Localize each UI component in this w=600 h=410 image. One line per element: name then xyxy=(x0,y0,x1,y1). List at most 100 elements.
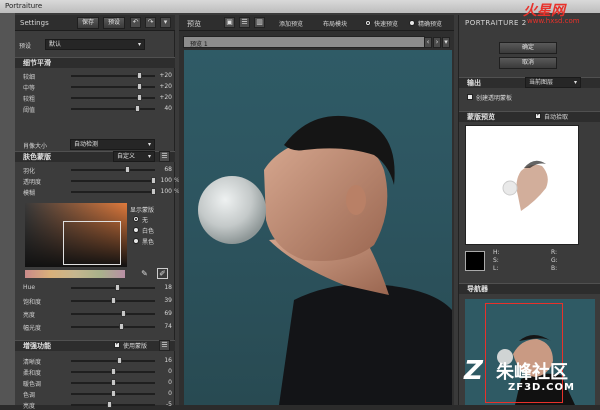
eyedropper-icon[interactable]: ✎ xyxy=(139,268,150,279)
slider-knob[interactable] xyxy=(137,72,142,79)
slider-knob[interactable] xyxy=(137,83,142,90)
slider-knob[interactable] xyxy=(111,390,116,397)
mask-preview-header[interactable]: 蒙版预览 xyxy=(459,111,600,122)
slider-label: 模糊 xyxy=(23,190,36,197)
slider-track[interactable] xyxy=(71,188,156,195)
slider-track[interactable] xyxy=(71,390,155,397)
preset-button[interactable]: 预设 xyxy=(103,17,125,29)
precise-preview-radio[interactable] xyxy=(409,20,415,26)
slider-knob[interactable] xyxy=(115,284,120,291)
auto-pick-label: 自动拾取 xyxy=(544,114,569,121)
slider-value[interactable]: +20 xyxy=(158,83,172,90)
slider-value[interactable]: 18 xyxy=(158,284,172,291)
slider-track[interactable] xyxy=(71,94,155,101)
portrait-size-select[interactable]: 自动检测 ▾ xyxy=(70,139,155,150)
eyedropper-plus-icon[interactable]: ✐ xyxy=(157,268,168,279)
slider-knob[interactable] xyxy=(117,357,122,364)
slider-knob[interactable] xyxy=(135,105,140,112)
slider-knob[interactable] xyxy=(137,94,142,101)
quick-preview-radio[interactable] xyxy=(365,20,371,26)
enhance-header[interactable]: 增强功能 xyxy=(15,340,175,351)
slider-label: 中等 xyxy=(23,85,36,92)
slider-track[interactable] xyxy=(71,72,155,79)
create-mask-checkbox[interactable] xyxy=(467,94,473,100)
readout-g: G: xyxy=(551,257,558,264)
cancel-button[interactable]: 取消 xyxy=(499,57,557,69)
preview-tab[interactable]: 预览 1 xyxy=(183,36,425,48)
slider-track[interactable] xyxy=(71,83,155,90)
slider-knob[interactable] xyxy=(111,379,116,386)
slider-label: 暖色调 xyxy=(23,381,42,388)
undo-icon[interactable]: ↶ xyxy=(130,17,141,28)
mask-black-radio[interactable] xyxy=(133,238,139,244)
slider-value[interactable]: 40 xyxy=(158,105,172,112)
skin-mode-select[interactable]: 自定义 ▾ xyxy=(113,151,155,162)
skin-hue-strip xyxy=(25,270,125,278)
slider-value[interactable]: 74 xyxy=(158,323,172,330)
detail-smoothing-header[interactable]: 细节平滑 xyxy=(15,57,175,68)
slider-knob[interactable] xyxy=(119,323,124,330)
slider-knob[interactable] xyxy=(151,177,156,184)
mask-white-radio[interactable] xyxy=(133,227,139,233)
redo-icon[interactable]: ↷ xyxy=(145,17,156,28)
skin-color-picker[interactable] xyxy=(25,203,127,267)
preview-tab-label: 预览 1 xyxy=(190,41,208,48)
slider-track[interactable] xyxy=(71,401,155,408)
ok-button[interactable]: 确定 xyxy=(499,42,557,54)
portrait-photo[interactable] xyxy=(184,50,452,405)
readout-s: S: xyxy=(493,257,499,264)
tab-next-icon[interactable]: › xyxy=(433,37,441,48)
slider-value[interactable]: 100 xyxy=(158,188,172,195)
slider-knob[interactable] xyxy=(125,166,130,173)
split-vertical-icon[interactable]: ▥ xyxy=(254,17,265,28)
navigator-title: 导航器 xyxy=(467,285,488,293)
split-horizontal-icon[interactable]: ☰ xyxy=(239,17,250,28)
slider-value[interactable]: 0 xyxy=(158,379,172,386)
readout-l: L: xyxy=(493,265,499,272)
slider-track[interactable] xyxy=(71,368,155,375)
slider-value[interactable]: 16 xyxy=(158,357,172,364)
slider-knob[interactable] xyxy=(121,310,126,317)
slider-value[interactable]: 0 xyxy=(158,390,172,397)
slider-value[interactable]: 68 xyxy=(158,166,172,173)
slider-track[interactable] xyxy=(71,310,155,317)
slider-label: 透明度 xyxy=(23,179,42,186)
save-button[interactable]: 保存 xyxy=(77,17,99,29)
slider-knob[interactable] xyxy=(111,368,116,375)
slider-value[interactable]: 100 xyxy=(158,177,172,184)
right-panel: PORTRAITURE 2 确定 取消 输出 当前图层 ▾ 创建透明蒙板 蒙版预… xyxy=(458,15,600,405)
zf3d-logo-icon: Z xyxy=(464,356,483,386)
slider-knob[interactable] xyxy=(151,188,156,195)
tab-menu-icon[interactable]: ▾ xyxy=(442,37,450,48)
output-select[interactable]: 当前图层 ▾ xyxy=(525,77,581,88)
slider-value[interactable]: 69 xyxy=(158,310,172,317)
add-preview-button[interactable]: 添加预览 xyxy=(279,19,303,28)
enhance-options-icon[interactable]: ☰ xyxy=(159,340,170,351)
skin-options-icon[interactable]: ☰ xyxy=(159,151,170,162)
slider-track[interactable] xyxy=(71,284,155,291)
menu-chevron-icon[interactable]: ▾ xyxy=(160,17,171,28)
readout-b: B: xyxy=(551,265,558,272)
slider-track[interactable] xyxy=(71,323,155,330)
slider-track[interactable] xyxy=(71,357,155,364)
color-swatch xyxy=(465,251,485,271)
slider-value[interactable]: 39 xyxy=(158,297,172,304)
auto-pick-checkbox[interactable] xyxy=(535,111,541,119)
app-window: Portraiture Settings 保存 预设 ↶ ↷ ▾ 预设 默认 ▾… xyxy=(0,0,600,410)
navigator-header[interactable]: 导航器 xyxy=(459,283,600,294)
slider-track[interactable] xyxy=(71,297,155,304)
slider-track[interactable] xyxy=(71,177,156,184)
tab-prev-icon[interactable]: ‹ xyxy=(424,37,432,48)
slider-value[interactable]: 0 xyxy=(158,368,172,375)
single-view-icon[interactable]: ▣ xyxy=(224,17,235,28)
preset-select[interactable]: 默认 ▾ xyxy=(45,39,145,50)
slider-track[interactable] xyxy=(71,379,155,386)
slider-track[interactable] xyxy=(71,166,155,173)
use-mask-checkbox[interactable] xyxy=(114,340,120,348)
slider-value[interactable]: +20 xyxy=(158,72,172,79)
layout-module-button[interactable]: 布局模块 xyxy=(323,19,347,28)
slider-value[interactable]: +20 xyxy=(158,94,172,101)
slider-knob[interactable] xyxy=(111,297,116,304)
slider-track[interactable] xyxy=(71,105,155,112)
mask-none-radio[interactable] xyxy=(133,216,139,222)
